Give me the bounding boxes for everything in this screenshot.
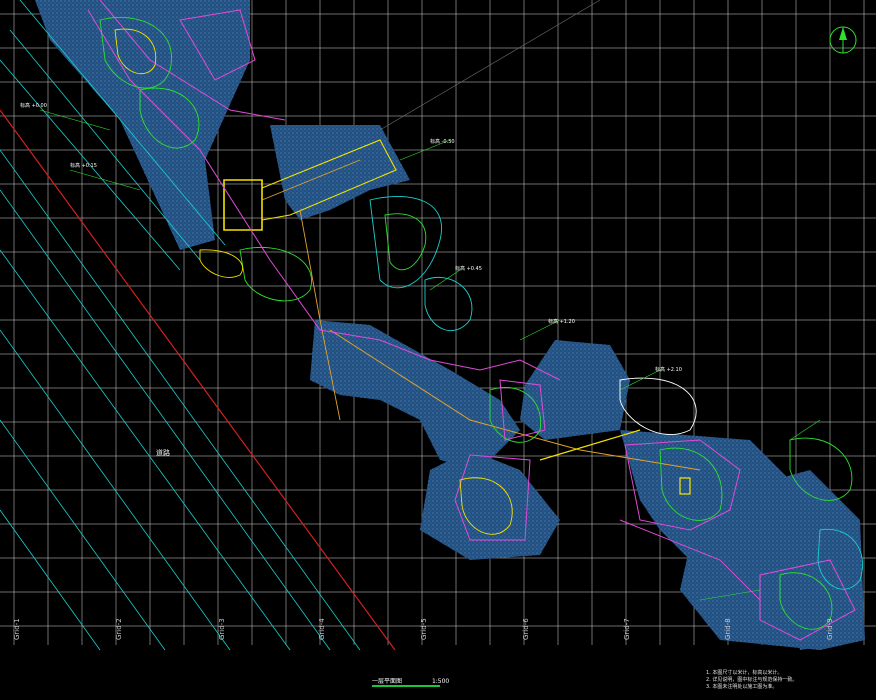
north-arrow-icon <box>829 26 857 54</box>
cad-drawing-canvas <box>0 0 876 651</box>
grid-tag: Grid-7 <box>623 618 631 640</box>
note-line: 3. 本图未注明处以施工图为准。 <box>706 684 778 690</box>
annotation-elevation: 标高 -0.30 <box>430 139 455 145</box>
grid-tag: Grid-5 <box>420 618 428 640</box>
drawing-title-text: 一层平面图 <box>372 678 403 685</box>
drawing-title: 一层平面图 1:500 <box>372 676 449 685</box>
road-label: 道路 <box>156 449 170 457</box>
annotation-elevation: 标高 +0.45 <box>455 266 482 272</box>
annotation-elevation: 标高 +1.20 <box>548 319 575 325</box>
grid-tag: Grid-4 <box>318 618 326 640</box>
annotation-elevation: 标高 +0.15 <box>70 163 97 169</box>
drawing-scale: 1:500 <box>431 678 450 685</box>
annotation-elevation: 标高 +2.10 <box>655 367 682 373</box>
annotation-elevation: 标高 +0.00 <box>20 103 47 109</box>
grid-tag: Grid-8 <box>724 618 732 640</box>
grid-tag: Grid-2 <box>115 618 123 640</box>
grid-tag: Grid-9 <box>826 618 834 640</box>
grid-tag: Grid-3 <box>218 618 226 640</box>
note-line: 2. 详见说明，图中标注与规范保持一致。 <box>706 677 798 683</box>
grid-tag: Grid-1 <box>13 618 21 640</box>
grid-tag: Grid-6 <box>522 618 530 640</box>
note-line: 1. 本图尺寸以米计，标高以米计。 <box>706 670 783 676</box>
title-underline <box>372 685 440 687</box>
drawing-notes: 1. 本图尺寸以米计，标高以米计。 2. 详见说明，图中标注与规范保持一致。 3… <box>706 670 797 691</box>
